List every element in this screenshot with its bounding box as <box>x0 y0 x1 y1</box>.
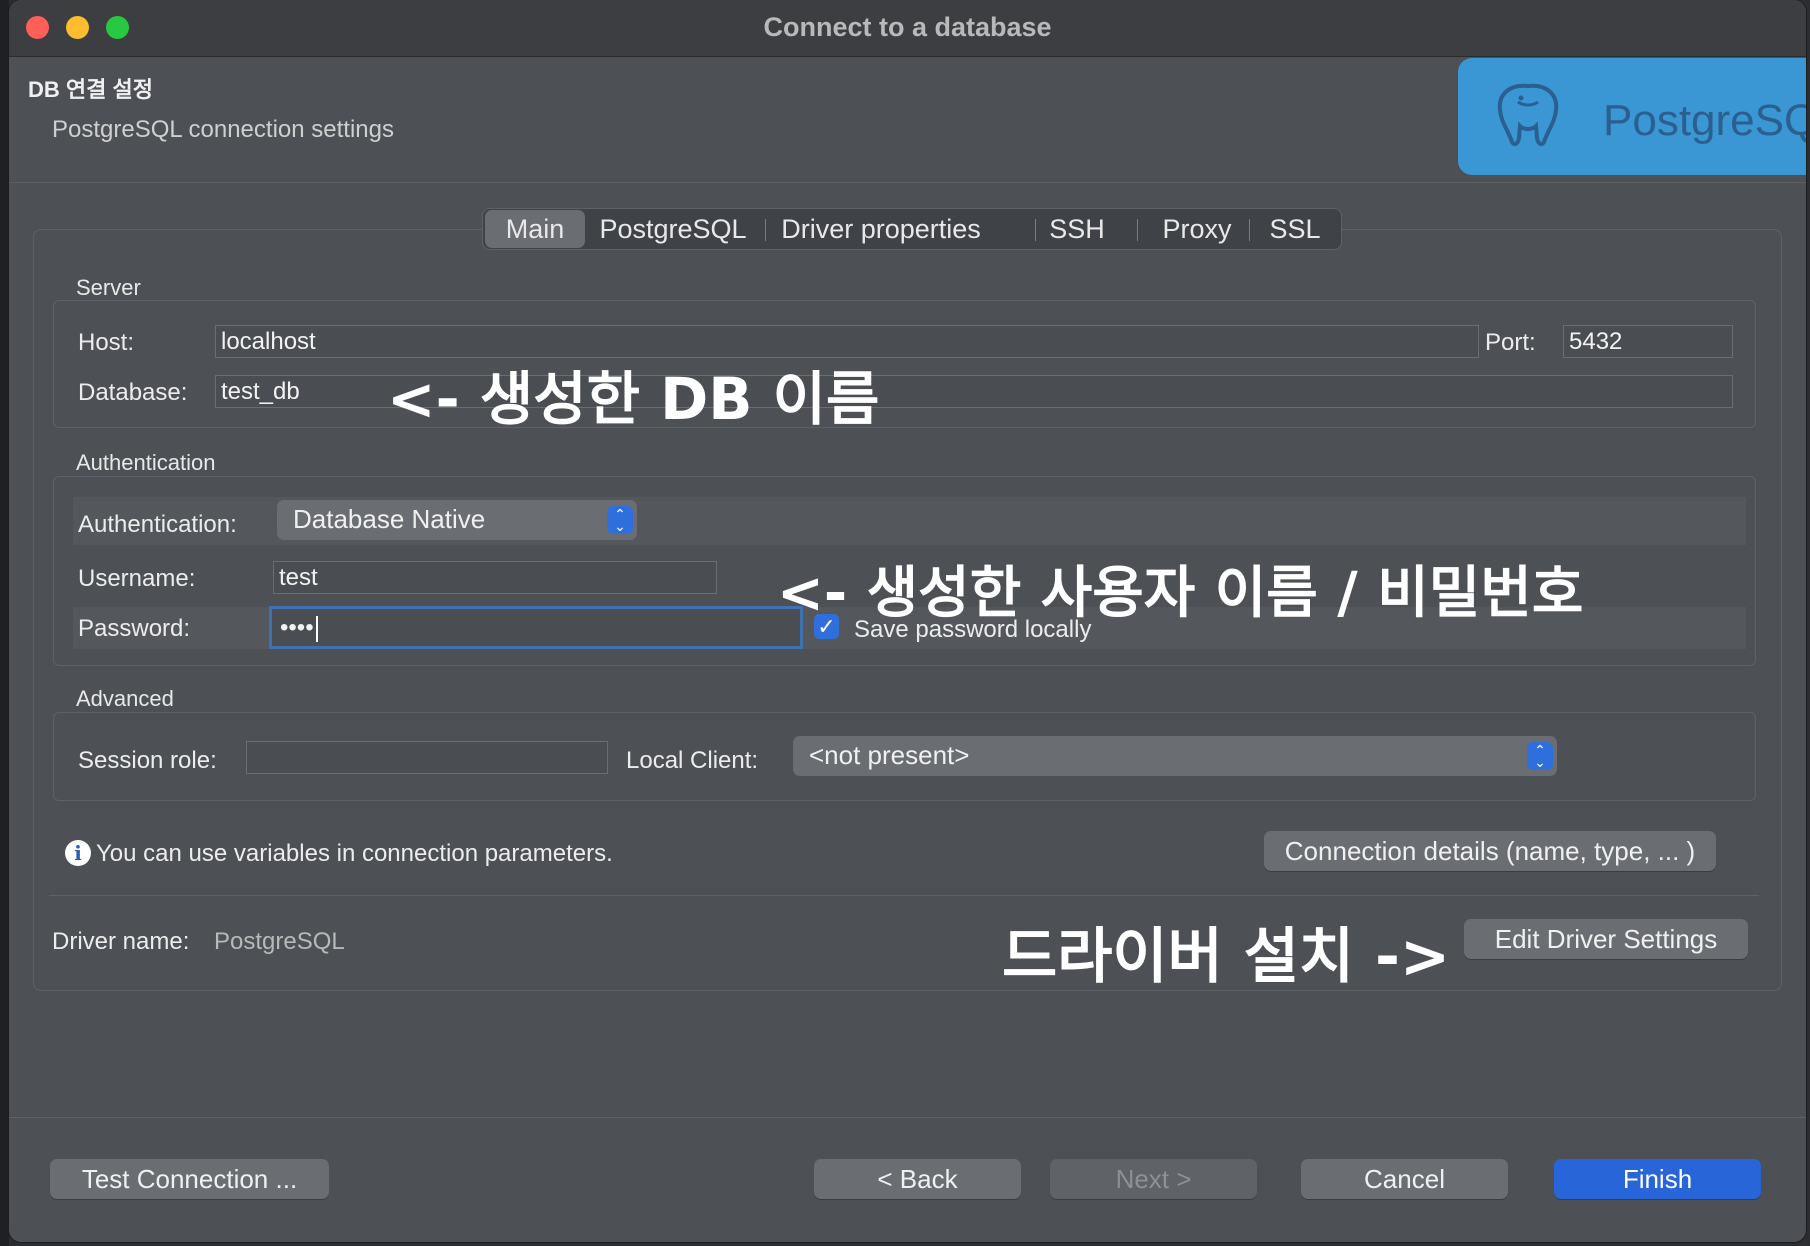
elephant-icon <box>1497 83 1559 147</box>
auth-group-label: Authentication <box>76 450 216 475</box>
session-role-label: Session role: <box>78 747 217 774</box>
session-role-field[interactable] <box>246 741 608 774</box>
username-field[interactable]: test <box>273 561 717 594</box>
db-name-annotation: <- 생성한 DB 이름 <box>387 365 880 433</box>
info-icon: i <box>65 840 91 866</box>
port-label: Port: <box>1485 329 1536 356</box>
username-label: Username: <box>78 565 196 592</box>
server-group <box>53 300 1756 428</box>
tab-separator <box>1137 219 1138 241</box>
password-value: •••• <box>280 614 314 641</box>
back-button[interactable]: < Back <box>814 1159 1021 1199</box>
server-group-label: Server <box>76 275 141 300</box>
tab-ssh[interactable]: SSH <box>1039 209 1115 249</box>
page-title: DB 연결 설정 <box>28 77 153 102</box>
tab-separator <box>1249 219 1250 241</box>
password-field[interactable]: •••• <box>269 606 803 649</box>
finish-button[interactable]: Finish <box>1554 1159 1761 1199</box>
postgresql-logo: PostgreSQL <box>1458 58 1806 175</box>
test-connection-button[interactable]: Test Connection ... <box>50 1159 329 1199</box>
advanced-group-label: Advanced <box>76 686 174 711</box>
host-label: Host: <box>78 329 135 356</box>
connect-dialog: Connect to a database DB 연결 설정 PostgreSQ… <box>9 0 1806 1242</box>
divider <box>49 895 1759 896</box>
authentication-value: Database Native <box>293 504 486 534</box>
tab-bar: Main PostgreSQL Driver properties SSH Pr… <box>482 208 1342 250</box>
port-field[interactable]: 5432 <box>1563 325 1733 358</box>
footer-divider <box>9 1117 1806 1118</box>
tab-proxy[interactable]: Proxy <box>1143 209 1251 249</box>
authentication-select[interactable]: Database Native ⌃ ⌄ <box>277 500 637 540</box>
title-bar: Connect to a database <box>9 0 1806 57</box>
text-cursor <box>315 615 318 642</box>
driver-name-value: PostgreSQL <box>214 928 345 955</box>
password-label: Password: <box>78 615 191 642</box>
local-client-select[interactable]: <not present> ⌃ ⌄ <box>793 736 1557 776</box>
page-subtitle: PostgreSQL connection settings <box>52 116 394 143</box>
tab-postgresql[interactable]: PostgreSQL <box>589 209 757 249</box>
tab-ssl[interactable]: SSL <box>1253 209 1337 249</box>
local-client-label: Local Client: <box>626 747 759 774</box>
background-window-edge <box>0 0 9 1246</box>
database-label: Database: <box>78 379 188 406</box>
variables-info-text: You can use variables in connection para… <box>96 840 613 867</box>
authentication-label: Authentication: <box>78 511 237 538</box>
tab-separator <box>1035 219 1036 241</box>
connection-details-button[interactable]: Connection details (name, type, ... ) <box>1264 831 1716 871</box>
tab-separator <box>765 219 766 241</box>
select-stepper-icon: ⌃ ⌄ <box>1527 742 1553 770</box>
edit-driver-settings-button[interactable]: Edit Driver Settings <box>1464 919 1748 959</box>
tab-main[interactable]: Main <box>485 210 585 248</box>
cancel-button[interactable]: Cancel <box>1301 1159 1508 1199</box>
user-pass-annotation: <- 생성한 사용자 이름 / 비밀번호 <box>777 561 1584 626</box>
driver-name-label: Driver name: <box>52 928 190 955</box>
driver-install-annotation: 드라이버 설치 -> <box>1002 922 1451 992</box>
tab-driver-properties[interactable]: Driver properties <box>773 209 989 249</box>
header-divider <box>9 182 1806 183</box>
local-client-value: <not present> <box>809 740 970 770</box>
window-title: Connect to a database <box>763 12 1052 42</box>
next-button[interactable]: Next > <box>1050 1159 1257 1199</box>
logo-text: PostgreSQL <box>1603 96 1806 145</box>
select-stepper-icon: ⌃ ⌄ <box>607 506 633 534</box>
